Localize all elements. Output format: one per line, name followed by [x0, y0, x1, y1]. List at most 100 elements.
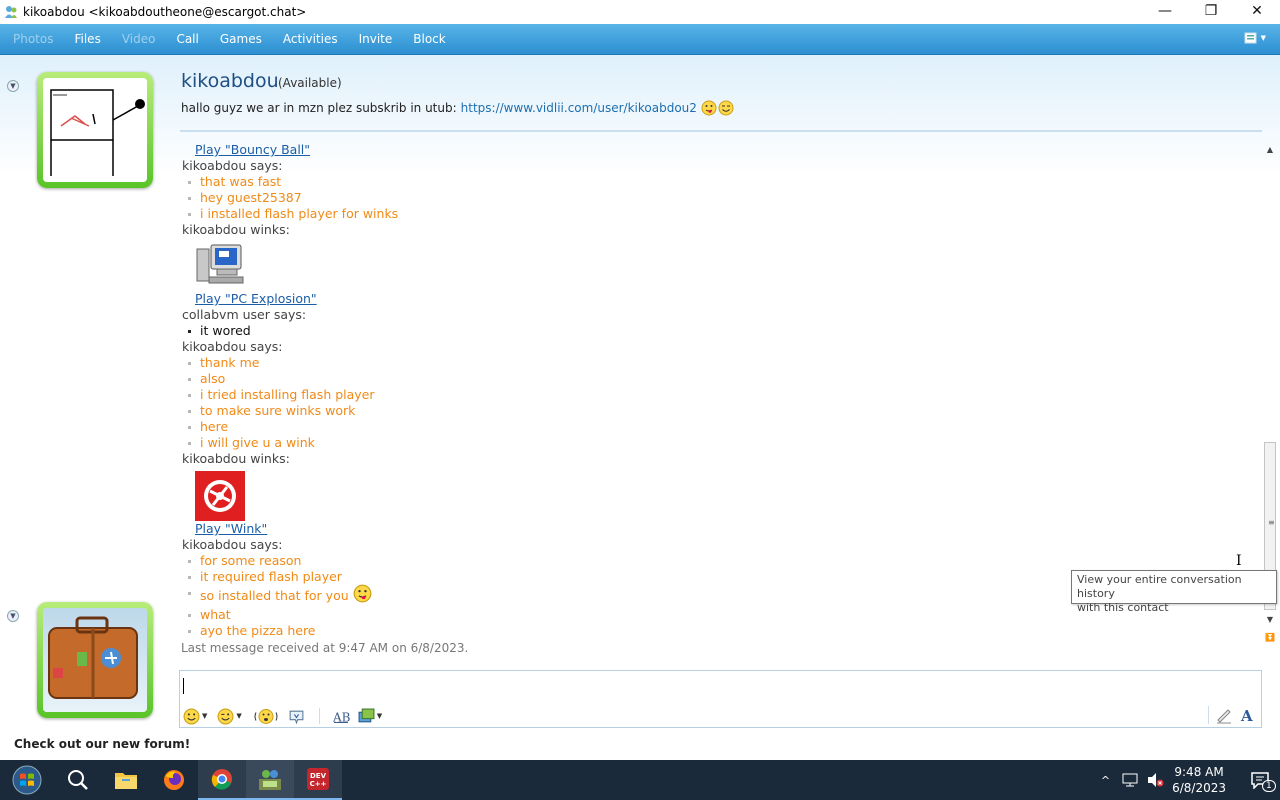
- chevron-down-icon: ▼: [236, 712, 242, 720]
- toolbar-games[interactable]: Games: [220, 32, 262, 46]
- start-button[interactable]: [0, 760, 54, 800]
- toolbar-activities[interactable]: Activities: [283, 32, 338, 46]
- self-avatar[interactable]: [37, 602, 153, 718]
- minimize-button[interactable]: —: [1142, 0, 1188, 22]
- toolbar-invite[interactable]: Invite: [359, 32, 393, 46]
- contact-avatar[interactable]: [37, 72, 153, 188]
- pc-explosion-wink-image[interactable]: [195, 241, 245, 291]
- wink-button[interactable]: ▼: [217, 708, 242, 725]
- contact-status: (Available): [278, 76, 342, 90]
- sender-label: kikoabdou says:: [182, 158, 283, 173]
- file-explorer-button[interactable]: [102, 760, 150, 800]
- message-input-area[interactable]: ▼ ▼ AB ▼ A: [179, 670, 1262, 728]
- toolbar-menu-button[interactable]: ▼: [1244, 31, 1266, 45]
- message: to make sure winks work: [180, 403, 1260, 419]
- scroll-up-icon[interactable]: ▲: [1262, 142, 1278, 156]
- notification-center-button[interactable]: 1: [1240, 760, 1280, 800]
- messenger-taskbar-button[interactable]: [246, 760, 294, 800]
- title-bar: kikoabdou <kikoabdoutheone@escargot.chat…: [0, 0, 1280, 24]
- volume-muted-icon[interactable]: [1146, 772, 1164, 788]
- background-icon: [358, 708, 375, 722]
- toolbar-call[interactable]: Call: [176, 32, 198, 46]
- messenger-icon: [5, 6, 17, 18]
- collapse-contact-icon[interactable]: ▼: [7, 80, 19, 92]
- wink-image[interactable]: [195, 471, 245, 521]
- folder-icon: [115, 773, 137, 789]
- input-toolbar: ▼ ▼ AB ▼ A: [180, 704, 1261, 728]
- message: i installed flash player for winks: [180, 206, 1260, 222]
- clock[interactable]: 9:48 AM 6/8/2023: [1172, 764, 1226, 796]
- toolbar-separator: [318, 708, 320, 724]
- svg-text:C++: C++: [310, 780, 327, 788]
- last-message-status: Last message received at 9:47 AM on 6/8/…: [181, 641, 469, 655]
- toolbar-files[interactable]: Files: [74, 32, 100, 46]
- wink-emoticon-icon: [217, 708, 234, 724]
- handwriting-icon[interactable]: [1215, 706, 1233, 724]
- firefox-icon: [164, 770, 184, 790]
- contact-name: kikoabdou: [181, 70, 279, 92]
- input-right-tools: A: [1208, 706, 1257, 724]
- nudge-icon: [254, 708, 278, 724]
- scroll-to-end-icon[interactable]: ⏬: [1262, 630, 1278, 644]
- network-icon[interactable]: [1122, 773, 1138, 787]
- chrome-icon: [211, 769, 232, 790]
- smile-emoticon-icon: [718, 100, 734, 116]
- messenger-icon: [259, 770, 281, 790]
- play-bouncy-ball-link[interactable]: Play "Bouncy Ball": [180, 142, 1260, 158]
- sender-label: kikoabdou says:: [182, 537, 283, 552]
- message: here: [180, 419, 1260, 435]
- search-button[interactable]: [54, 760, 102, 800]
- voice-clip-button[interactable]: [288, 708, 305, 725]
- tooltip-line: View your entire conversation history: [1077, 573, 1242, 600]
- forum-ad-text[interactable]: Check out our new forum!: [14, 737, 190, 751]
- message: hey guest25387: [180, 190, 1260, 206]
- play-pc-explosion-link[interactable]: Play "PC Explosion": [180, 291, 1260, 307]
- conversation-scrollbar[interactable]: ▲ ≡ ▼ ⏬: [1262, 142, 1278, 642]
- chevron-up-icon[interactable]: ^: [1101, 774, 1110, 787]
- psm-link[interactable]: https://www.vidlii.com/user/kikoabdou2: [461, 101, 697, 115]
- notification-count: 1: [1262, 780, 1276, 792]
- collapse-self-icon[interactable]: ▼: [7, 610, 19, 622]
- toolbar-block[interactable]: Block: [413, 32, 445, 46]
- message: thank me: [180, 355, 1260, 371]
- smile-emoticon-icon: [183, 708, 200, 724]
- nudge-button[interactable]: [254, 708, 278, 725]
- window-controls: — ❐ ✕: [1142, 0, 1280, 24]
- devcpp-icon: DEVC++: [307, 768, 329, 790]
- svg-text:A: A: [1240, 707, 1253, 724]
- emoticon-button[interactable]: ▼: [183, 708, 207, 725]
- close-button[interactable]: ✕: [1234, 0, 1280, 22]
- text-caret: [183, 678, 184, 694]
- message: i will give u a wink: [180, 435, 1260, 451]
- message-text: so installed that for you: [200, 588, 349, 603]
- restore-button[interactable]: ❐: [1188, 0, 1234, 22]
- chevron-down-icon: ▼: [376, 712, 383, 720]
- psm-text: hallo guyz we ar in mzn plez subskrib in…: [181, 101, 457, 115]
- font-button[interactable]: AB: [332, 708, 350, 725]
- background-button[interactable]: ▼: [358, 708, 382, 725]
- firefox-button[interactable]: [150, 760, 198, 800]
- chrome-button[interactable]: [198, 760, 246, 800]
- clock-date: 6/8/2023: [1172, 781, 1226, 795]
- sender-label: collabvm user says:: [182, 307, 307, 322]
- sender-label: kikoabdou says:: [182, 339, 283, 354]
- message: it wored: [180, 323, 1260, 339]
- devcpp-button[interactable]: DEV C++: [294, 760, 342, 800]
- play-wink-link[interactable]: Play "Wink": [180, 521, 1260, 537]
- message: that was fast: [180, 174, 1260, 190]
- tongue-emoticon-icon: [701, 100, 717, 116]
- font-icon: AB: [332, 710, 350, 724]
- text-format-icon[interactable]: A: [1239, 706, 1257, 724]
- menu-icon: [1244, 32, 1257, 44]
- personal-message: hallo guyz we ar in mzn plez subskrib in…: [181, 100, 734, 116]
- message: i tried installing flash player: [180, 387, 1260, 403]
- chevron-down-icon: ▼: [202, 712, 208, 720]
- toolbar-photos[interactable]: Photos: [13, 32, 53, 46]
- header-divider: [180, 130, 1262, 132]
- tongue-emoticon-icon: [353, 584, 372, 602]
- toolbar-video[interactable]: Video: [122, 32, 156, 46]
- search-icon: [68, 770, 88, 790]
- sender-label: kikoabdou winks:: [182, 451, 290, 466]
- taskbar: DEV C++ ^ 9:48 AM 6/8/2023 1: [0, 760, 1280, 800]
- message: for some reason: [180, 553, 1260, 569]
